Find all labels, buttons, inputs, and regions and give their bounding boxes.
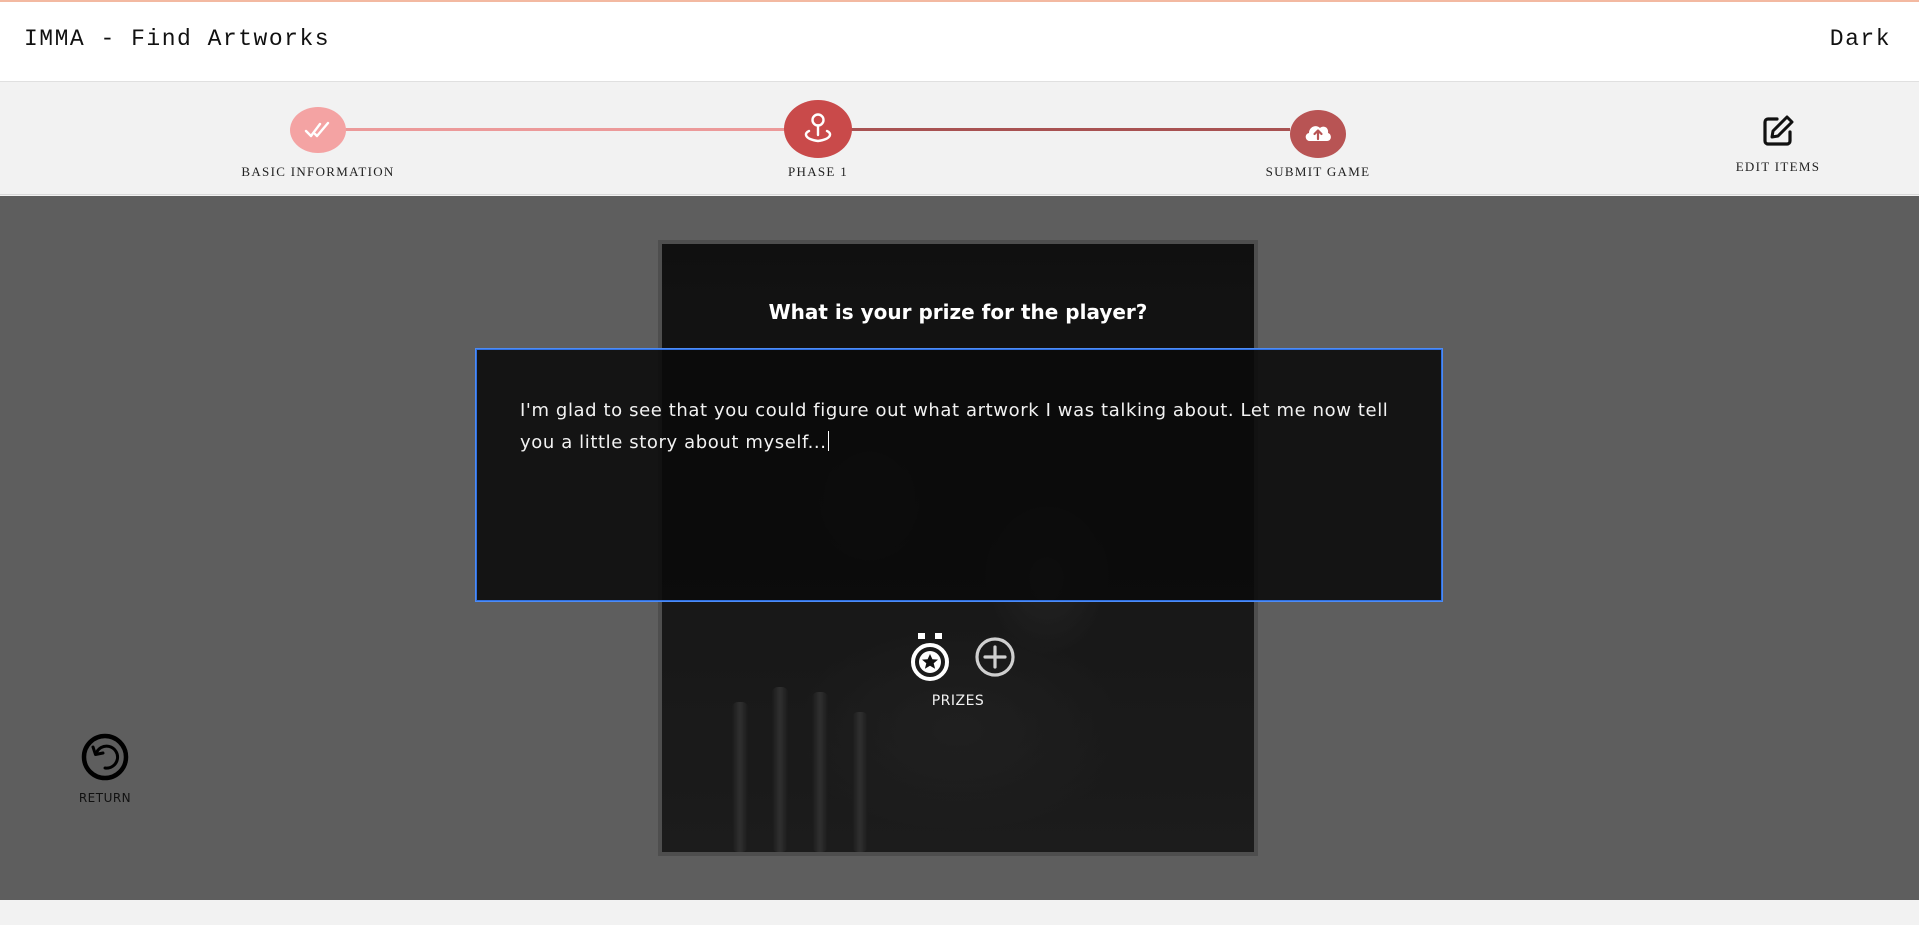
- step-label-submit-game: SUBMIT GAME: [1265, 164, 1371, 179]
- app-title: IMMA - Find Artworks: [24, 26, 331, 52]
- chair-spindle: [732, 702, 748, 852]
- prize-text-input[interactable]: I'm glad to see that you could figure ou…: [520, 395, 1398, 555]
- step-submit-game[interactable]: [1290, 110, 1346, 158]
- step-basic-information[interactable]: [290, 107, 346, 153]
- top-bar: IMMA - Find Artworks Dark: [0, 0, 1919, 82]
- step-label-phase-1: PHASE 1: [787, 164, 849, 179]
- edit-items-button[interactable]: EDIT ITEMS: [1728, 114, 1828, 175]
- footer-strip: [0, 900, 1919, 925]
- location-pin-icon: [804, 113, 832, 143]
- chair-spindle: [852, 712, 868, 852]
- edit-items-label: EDIT ITEMS: [1735, 159, 1821, 174]
- prize-text-area[interactable]: I'm glad to see that you could figure ou…: [475, 348, 1443, 602]
- chair-spindle: [812, 692, 828, 852]
- cloud-upload-icon: [1305, 126, 1331, 141]
- step-connector: [840, 128, 1290, 131]
- step-label-basic-information: BASIC INFORMATION: [241, 164, 395, 179]
- step-phase-1[interactable]: [784, 100, 852, 158]
- undo-icon: [81, 733, 129, 781]
- double-check-icon: [304, 121, 330, 138]
- medal-icon[interactable]: [908, 632, 952, 684]
- prize-text-value: I'm glad to see that you could figure ou…: [520, 400, 1389, 453]
- return-label: RETURN: [78, 791, 132, 805]
- edit-icon: [1763, 115, 1794, 146]
- step-connector: [340, 128, 790, 131]
- return-button[interactable]: RETURN: [70, 732, 140, 805]
- text-caret: [827, 431, 829, 451]
- chair-spindle: [772, 687, 788, 852]
- add-circle-icon[interactable]: [974, 636, 1016, 678]
- prize-question: What is your prize for the player?: [768, 300, 1148, 324]
- prizes-label: PRIZES: [931, 693, 985, 709]
- prize-controls: [908, 632, 1018, 682]
- theme-toggle[interactable]: Dark: [1830, 26, 1891, 52]
